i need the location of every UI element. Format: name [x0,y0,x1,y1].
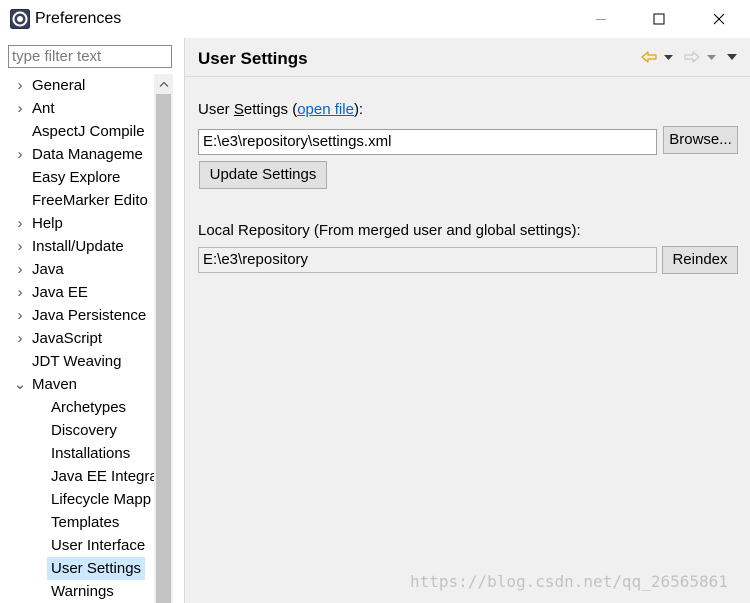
view-menu-button[interactable] [725,48,739,66]
chevron-right-icon[interactable]: › [14,304,26,327]
user-settings-label: User Settings (open file): [198,101,364,118]
tree-item-discovery[interactable]: Discovery [0,419,154,442]
tree-item-freemarker-editor[interactable]: FreeMarker Edito [0,189,154,212]
page-title: User Settings [198,49,308,68]
tree-item-templates[interactable]: Templates [0,511,154,534]
tree-scrollbar[interactable] [154,74,173,603]
chevron-right-icon[interactable]: › [14,235,26,258]
tree-item-general[interactable]: › General [0,74,154,97]
user-settings-file-input[interactable]: E:\e3\repository\settings.xml [198,129,657,155]
back-arrow-icon [641,51,657,63]
eclipse-app-icon [10,9,30,29]
tree-item-installations[interactable]: Installations [0,442,154,465]
tree-item-aspectj-compiler[interactable]: AspectJ Compile [0,120,154,143]
browse-button[interactable]: Browse... [663,126,738,154]
header-separator [185,76,750,77]
filter-input[interactable] [8,45,172,68]
chevron-right-icon[interactable]: › [14,327,26,350]
tree-item-warnings[interactable]: Warnings [0,580,154,603]
tree-item-archetypes[interactable]: Archetypes [0,396,154,419]
close-icon [713,13,725,25]
tree-item-install-update[interactable]: › Install/Update [0,235,154,258]
chevron-right-icon[interactable]: › [14,143,26,166]
dropdown-caret-icon [663,54,673,60]
tree-item-java[interactable]: › Java [0,258,154,281]
chevron-up-icon [159,81,168,87]
chevron-right-icon[interactable]: › [14,212,26,235]
back-button[interactable] [640,48,658,66]
tree-item-ant[interactable]: › Ant [0,97,154,120]
local-repository-label: Local Repository (From merged user and g… [198,222,581,239]
tree-item-maven[interactable]: ⌄ Maven [0,373,154,396]
local-repository-field: E:\e3\repository [198,247,657,273]
scroll-thumb[interactable] [156,94,171,603]
maximize-icon [653,13,665,25]
update-settings-button[interactable]: Update Settings [199,161,327,189]
reindex-button[interactable]: Reindex [662,246,738,274]
dropdown-caret-icon [706,54,716,60]
chevron-right-icon[interactable]: › [14,281,26,304]
forward-menu-button[interactable] [705,48,717,66]
tree-item-data-management[interactable]: › Data Manageme [0,143,154,166]
scroll-up-button[interactable] [154,74,173,93]
minimize-icon [596,19,606,20]
maximize-button[interactable] [636,0,682,38]
tree-item-java-ee-integration[interactable]: Java EE Integra [0,465,154,488]
chevron-right-icon[interactable]: › [14,258,26,281]
watermark-text: https://blog.csdn.net/qq_26565861 [410,572,728,591]
close-button[interactable] [696,0,742,38]
chevron-right-icon[interactable]: › [14,74,26,97]
open-file-link[interactable]: open file [297,101,354,118]
tree-item-lifecycle-mappings[interactable]: Lifecycle Mapp [0,488,154,511]
tree-item-java-persistence[interactable]: › Java Persistence [0,304,154,327]
view-menu-icon [727,54,737,60]
forward-button[interactable] [683,48,701,66]
minimize-button[interactable] [578,0,624,38]
chevron-down-icon[interactable]: ⌄ [14,373,27,396]
tree-item-user-settings[interactable]: User Settings [0,557,154,580]
tree-item-java-ee[interactable]: › Java EE [0,281,154,304]
tree-item-help[interactable]: › Help [0,212,154,235]
preference-tree: › General › Ant AspectJ Compile › Data M… [0,74,154,603]
forward-arrow-icon [684,51,700,63]
chevron-right-icon[interactable]: › [14,97,26,120]
tree-item-user-interface[interactable]: User Interface [0,534,154,557]
back-menu-button[interactable] [662,48,674,66]
window-title: Preferences [35,10,122,27]
tree-item-easy-explore[interactable]: Easy Explore [0,166,154,189]
tree-item-jdt-weaving[interactable]: JDT Weaving [0,350,154,373]
settings-page-panel [185,38,750,603]
tree-item-javascript[interactable]: › JavaScript [0,327,154,350]
